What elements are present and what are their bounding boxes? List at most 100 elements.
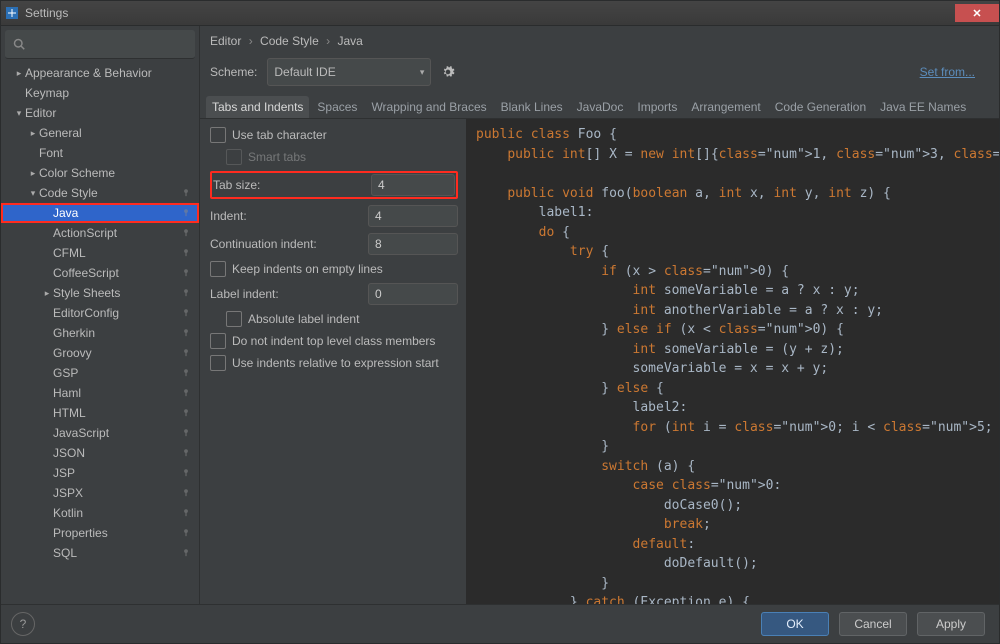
tree-item-label: HTML xyxy=(53,406,181,420)
scheme-selected: Default IDE xyxy=(274,65,335,79)
tree-item-label: Font xyxy=(39,146,193,160)
tab-size-input[interactable]: 4 xyxy=(371,174,455,196)
no-top-level-checkbox[interactable]: Do not indent top level class members xyxy=(210,333,458,349)
indent-input[interactable]: 4 xyxy=(368,205,458,227)
tree-item-label: Editor xyxy=(25,106,193,120)
window-title: Settings xyxy=(25,6,68,20)
crumb-editor[interactable]: Editor xyxy=(210,34,241,48)
smart-tabs-label: Smart tabs xyxy=(248,150,306,164)
tree-item-label: Gherkin xyxy=(53,326,181,340)
tree-item-appearance-behavior[interactable]: ▸Appearance & Behavior xyxy=(1,63,199,83)
tab-size-label: Tab size: xyxy=(213,178,363,192)
tree-item-properties[interactable]: Properties xyxy=(1,523,199,543)
tree-item-keymap[interactable]: Keymap xyxy=(1,83,199,103)
tree-item-sql[interactable]: SQL xyxy=(1,543,199,563)
tree-item-html[interactable]: HTML xyxy=(1,403,199,423)
set-from-link[interactable]: Set from... xyxy=(920,65,989,79)
tree-item-coffeescript[interactable]: CoffeeScript xyxy=(1,263,199,283)
tree-item-label: EditorConfig xyxy=(53,306,181,320)
tree-item-code-style[interactable]: ▾Code Style xyxy=(1,183,199,203)
use-tab-char-checkbox[interactable]: Use tab character xyxy=(210,127,458,143)
tree-arrow-icon: ▸ xyxy=(27,168,39,179)
pin-icon xyxy=(181,487,193,499)
apply-button[interactable]: Apply xyxy=(917,612,985,636)
pin-icon xyxy=(181,227,193,239)
no-top-level-label: Do not indent top level class members xyxy=(232,334,435,348)
checkbox-icon xyxy=(210,333,226,349)
label-indent-input[interactable]: 0 xyxy=(368,283,458,305)
tree-item-font[interactable]: Font xyxy=(1,143,199,163)
tree-item-javascript[interactable]: JavaScript xyxy=(1,423,199,443)
help-button[interactable]: ? xyxy=(11,612,35,636)
pin-icon xyxy=(181,367,193,379)
tab-size-row: Tab size: 4 xyxy=(213,174,455,196)
tab-bar: Tabs and IndentsSpacesWrapping and Brace… xyxy=(200,96,999,119)
preview-code: public class Foo { public int[] X = new … xyxy=(476,125,989,604)
indent-row: Indent: 4 xyxy=(210,205,458,227)
tree-item-label: JSON xyxy=(53,446,181,460)
tab-java-ee-names[interactable]: Java EE Names xyxy=(874,96,972,118)
keep-empty-checkbox[interactable]: Keep indents on empty lines xyxy=(210,261,458,277)
code-preview: public class Foo { public int[] X = new … xyxy=(466,119,999,604)
tab-blank-lines[interactable]: Blank Lines xyxy=(495,96,569,118)
relative-expr-checkbox[interactable]: Use indents relative to expression start xyxy=(210,355,458,371)
tree-item-editorconfig[interactable]: EditorConfig xyxy=(1,303,199,323)
search-box[interactable] xyxy=(5,30,195,59)
tab-arrangement[interactable]: Arrangement xyxy=(685,96,766,118)
tree-item-java[interactable]: Java xyxy=(1,203,199,223)
pin-icon xyxy=(181,327,193,339)
crumb-codestyle[interactable]: Code Style xyxy=(260,34,319,48)
tree-item-actionscript[interactable]: ActionScript xyxy=(1,223,199,243)
tab-tabs-and-indents[interactable]: Tabs and Indents xyxy=(206,96,309,118)
tree-item-gsp[interactable]: GSP xyxy=(1,363,199,383)
tree-item-kotlin[interactable]: Kotlin xyxy=(1,503,199,523)
scheme-label: Scheme: xyxy=(210,65,257,79)
tree-item-color-scheme[interactable]: ▸Color Scheme xyxy=(1,163,199,183)
pin-icon xyxy=(181,387,193,399)
tree-item-groovy[interactable]: Groovy xyxy=(1,343,199,363)
use-tab-char-label: Use tab character xyxy=(232,128,327,142)
pin-icon xyxy=(181,527,193,539)
tree-arrow-icon: ▸ xyxy=(27,128,39,139)
search-input[interactable] xyxy=(29,36,188,52)
pin-icon xyxy=(181,267,193,279)
label-indent-row: Label indent: 0 xyxy=(210,283,458,305)
smart-tabs-checkbox: Smart tabs xyxy=(210,149,458,165)
tree-item-editor[interactable]: ▾Editor xyxy=(1,103,199,123)
checkbox-icon xyxy=(210,261,226,277)
tree-item-json[interactable]: JSON xyxy=(1,443,199,463)
gear-icon[interactable] xyxy=(441,65,455,79)
tree-item-label: Color Scheme xyxy=(39,166,193,180)
cancel-button[interactable]: Cancel xyxy=(839,612,907,636)
tree-item-general[interactable]: ▸General xyxy=(1,123,199,143)
tree-item-label: SQL xyxy=(53,546,181,560)
pin-icon xyxy=(181,427,193,439)
tree-item-gherkin[interactable]: Gherkin xyxy=(1,323,199,343)
tree-item-jspx[interactable]: JSPX xyxy=(1,483,199,503)
scheme-dropdown[interactable]: Default IDE ▾ xyxy=(267,58,431,86)
checkbox-icon xyxy=(226,311,242,327)
tab-spaces[interactable]: Spaces xyxy=(311,96,363,118)
tab-wrapping-and-braces[interactable]: Wrapping and Braces xyxy=(365,96,492,118)
tab-size-highlight: Tab size: 4 xyxy=(210,171,458,199)
window-close-button[interactable]: ✕ xyxy=(955,4,999,22)
tree-arrow-icon: ▸ xyxy=(41,288,53,299)
tree-item-haml[interactable]: Haml xyxy=(1,383,199,403)
tree-item-label: Properties xyxy=(53,526,181,540)
tree-arrow-icon: ▸ xyxy=(13,68,25,79)
ok-button[interactable]: OK xyxy=(761,612,829,636)
breadcrumb: Editor › Code Style › Java xyxy=(200,26,999,52)
tab-javadoc[interactable]: JavaDoc xyxy=(571,96,630,118)
tree-item-cfml[interactable]: CFML xyxy=(1,243,199,263)
cont-indent-input[interactable]: 8 xyxy=(368,233,458,255)
tree-item-style-sheets[interactable]: ▸Style Sheets xyxy=(1,283,199,303)
tree-item-label: CFML xyxy=(53,246,181,260)
tree-item-jsp[interactable]: JSP xyxy=(1,463,199,483)
absolute-label-checkbox[interactable]: Absolute label indent xyxy=(210,311,458,327)
tab-code-generation[interactable]: Code Generation xyxy=(769,96,872,118)
pin-icon xyxy=(181,467,193,479)
tab-imports[interactable]: Imports xyxy=(631,96,683,118)
tree-item-label: Kotlin xyxy=(53,506,181,520)
relative-expr-label: Use indents relative to expression start xyxy=(232,356,439,370)
chevron-down-icon: ▾ xyxy=(420,67,425,78)
